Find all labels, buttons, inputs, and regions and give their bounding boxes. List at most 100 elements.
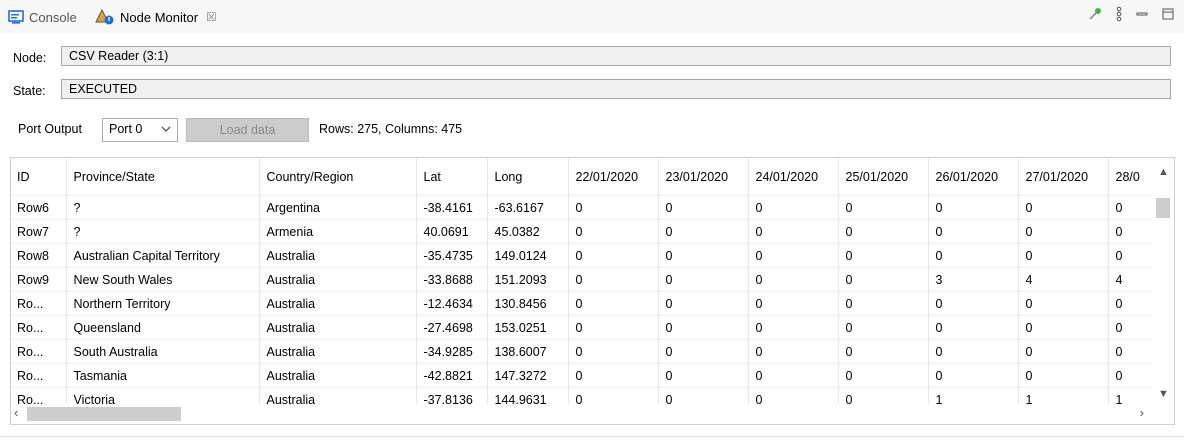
table-cell: 0 bbox=[568, 195, 659, 220]
pin-icon[interactable] bbox=[1088, 7, 1102, 21]
vertical-scroll-thumb[interactable] bbox=[1156, 198, 1170, 218]
table-cell: 0 bbox=[658, 243, 749, 268]
table-cell: 0 bbox=[838, 219, 929, 244]
table-cell: 0 bbox=[748, 291, 839, 316]
table-cell: 149.0124 bbox=[487, 243, 569, 268]
table-cell: 0 bbox=[568, 243, 659, 268]
table-cell: 130.8456 bbox=[487, 291, 569, 316]
table-cell: ? bbox=[66, 219, 260, 244]
close-tab-icon[interactable]: ☒ bbox=[206, 10, 217, 24]
table-row[interactable]: Ro... South Australia Australia -34.9285 138… bbox=[11, 339, 1154, 364]
table-row[interactable]: Ro... Tasmania Australia -42.8821 147.3272 0 0… bbox=[11, 363, 1154, 388]
view-menu-icon[interactable] bbox=[1116, 6, 1122, 22]
table-cell: -42.8821 bbox=[416, 363, 488, 388]
table-cell: 0 bbox=[838, 339, 929, 364]
table-cell: 0 bbox=[1018, 363, 1109, 388]
table-cell: 0 bbox=[1108, 315, 1154, 340]
column-header[interactable]: 27/01/2020 bbox=[1018, 158, 1109, 196]
table-cell: Argentina bbox=[259, 195, 417, 220]
table-cell: 0 bbox=[658, 315, 749, 340]
scroll-left-icon[interactable]: ‹ bbox=[14, 405, 18, 420]
column-header[interactable]: 26/01/2020 bbox=[928, 158, 1019, 196]
table-row[interactable]: Row9 New South Wales Australia -33.8688 151.… bbox=[11, 267, 1154, 292]
column-header[interactable]: Lat bbox=[416, 158, 488, 196]
node-monitor-icon bbox=[95, 9, 115, 25]
table-cell: 147.3272 bbox=[487, 363, 569, 388]
scroll-right-icon[interactable]: › bbox=[1140, 405, 1144, 420]
table-cell: 0 bbox=[1108, 363, 1154, 388]
data-table[interactable]: ID Province/State Country/Region Lat Long 22/… bbox=[10, 157, 1175, 425]
vertical-scrollbar[interactable]: ▲ ▼ bbox=[1152, 158, 1174, 406]
table-cell: 0 bbox=[1108, 243, 1154, 268]
table-cell: 0 bbox=[1018, 291, 1109, 316]
table-cell: 0 bbox=[1108, 291, 1154, 316]
table-cell: 0 bbox=[568, 267, 659, 292]
table-header-row: ID Province/State Country/Region Lat Long 22/… bbox=[11, 158, 1154, 196]
table-cell: 0 bbox=[1108, 195, 1154, 220]
column-header[interactable]: 22/01/2020 bbox=[568, 158, 659, 196]
table-cell: Australia bbox=[259, 339, 417, 364]
horizontal-scroll-thumb[interactable] bbox=[27, 407, 181, 421]
scroll-down-icon[interactable]: ▼ bbox=[1158, 388, 1169, 400]
column-header[interactable]: 25/01/2020 bbox=[838, 158, 929, 196]
table-cell: Australia bbox=[259, 315, 417, 340]
table-cell: Ro... bbox=[11, 363, 67, 388]
state-label: State: bbox=[13, 84, 46, 98]
table-cell: 0 bbox=[928, 243, 1019, 268]
column-header[interactable]: 24/01/2020 bbox=[748, 158, 839, 196]
table-row[interactable]: Row6? Argentina -38.4161 -63.6167 0 0 0 0 0 0 0 bbox=[11, 195, 1154, 220]
table-cell: 0 bbox=[838, 315, 929, 340]
table-cell: 0 bbox=[748, 339, 839, 364]
table-cell: 0 bbox=[928, 315, 1019, 340]
port-select[interactable]: Port 0 bbox=[102, 118, 178, 142]
table-cell: Australia bbox=[259, 243, 417, 268]
table-cell: Ro... bbox=[11, 339, 67, 364]
table-row[interactable]: Row7? Armenia 40.0691 45.0382 0 0 0 0 0 0 0 bbox=[11, 219, 1154, 244]
table-cell: Northern Territory bbox=[66, 291, 260, 316]
console-icon bbox=[8, 10, 24, 24]
table-cell: 4 bbox=[1108, 267, 1154, 292]
load-data-button[interactable]: Load data bbox=[186, 118, 309, 142]
table-cell: 0 bbox=[1018, 195, 1109, 220]
table-row[interactable]: Ro... Northern Territory Australia -12.4634… bbox=[11, 291, 1154, 316]
table-cell: 0 bbox=[838, 195, 929, 220]
table-cell: 0 bbox=[748, 363, 839, 388]
node-field: CSV Reader (3:1) bbox=[61, 46, 1171, 66]
table-row[interactable]: Row8 Australian Capital Territory Australi… bbox=[11, 243, 1154, 268]
horizontal-scrollbar[interactable]: ‹ › bbox=[11, 404, 1174, 424]
column-header[interactable]: 28/0 bbox=[1108, 158, 1154, 196]
table-cell: 0 bbox=[1108, 219, 1154, 244]
table-cell: 0 bbox=[1108, 339, 1154, 364]
column-header[interactable]: ID bbox=[11, 158, 67, 196]
table-cell: -38.4161 bbox=[416, 195, 488, 220]
table-cell: Row8 bbox=[11, 243, 67, 268]
minimize-icon[interactable] bbox=[1136, 8, 1148, 20]
table-cell: Ro... bbox=[11, 315, 67, 340]
port-select-value: Port 0 bbox=[109, 122, 143, 136]
table-cell: South Australia bbox=[66, 339, 260, 364]
scroll-up-icon[interactable]: ▲ bbox=[1158, 166, 1169, 178]
column-header[interactable]: Country/Region bbox=[259, 158, 417, 196]
table-cell: 0 bbox=[1018, 243, 1109, 268]
table-cell: 0 bbox=[928, 363, 1019, 388]
table-cell: 0 bbox=[658, 195, 749, 220]
tab-console-label: Console bbox=[29, 9, 77, 25]
column-header[interactable]: 23/01/2020 bbox=[658, 158, 749, 196]
column-header[interactable]: Long bbox=[487, 158, 569, 196]
table-row[interactable]: Ro... Queensland Australia -27.4698 153.0251… bbox=[11, 315, 1154, 340]
table-cell: ? bbox=[66, 195, 260, 220]
column-header[interactable]: Province/State bbox=[66, 158, 260, 196]
table-cell: 0 bbox=[838, 243, 929, 268]
tab-console[interactable]: Console bbox=[8, 6, 77, 28]
table-cell: Ro... bbox=[11, 291, 67, 316]
table-cell: -27.4698 bbox=[416, 315, 488, 340]
tab-node-monitor[interactable]: Node Monitor ☒ bbox=[95, 6, 217, 28]
table-cell: 3 bbox=[928, 267, 1019, 292]
table-cell: Australia bbox=[259, 291, 417, 316]
port-output-label: Port Output bbox=[18, 122, 82, 136]
table-cell: 0 bbox=[1018, 315, 1109, 340]
divider bbox=[0, 436, 1184, 437]
table-cell: 0 bbox=[838, 363, 929, 388]
maximize-icon[interactable] bbox=[1162, 8, 1174, 20]
table-cell: 138.6007 bbox=[487, 339, 569, 364]
